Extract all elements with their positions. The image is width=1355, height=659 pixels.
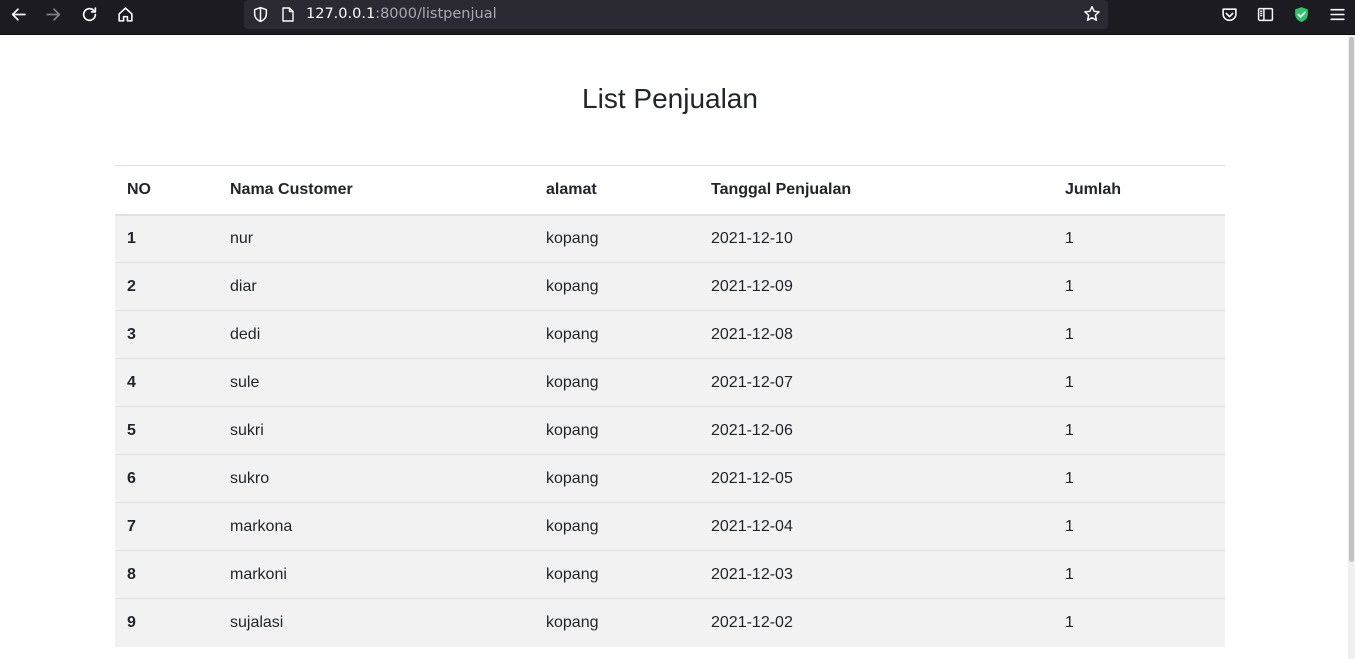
sidebar-button[interactable] bbox=[1247, 1, 1283, 29]
pocket-icon bbox=[1221, 8, 1237, 22]
table-row: 8 markoni kopang 2021-12-03 1 bbox=[115, 550, 1225, 599]
page-icon[interactable] bbox=[280, 6, 296, 23]
cell-tanggal: 2021-12-10 bbox=[699, 214, 1053, 263]
url-host: 127.0.0.1 bbox=[306, 6, 376, 22]
cell-tanggal: 2021-12-03 bbox=[699, 550, 1053, 599]
cell-tanggal: 2021-12-06 bbox=[699, 406, 1053, 455]
forward-arrow-icon bbox=[45, 7, 60, 21]
cell-nama-customer: sukri bbox=[218, 406, 534, 455]
menu-button[interactable] bbox=[1319, 1, 1355, 29]
header-tanggal-penjualan: Tanggal Penjualan bbox=[699, 165, 1053, 216]
cell-no: 6 bbox=[115, 454, 218, 503]
sales-table: NO Nama Customer alamat Tanggal Penjuala… bbox=[115, 165, 1225, 647]
cell-tanggal: 2021-12-04 bbox=[699, 502, 1053, 551]
cell-no: 9 bbox=[115, 598, 218, 647]
url-path: :8000/listpenjual bbox=[375, 6, 497, 22]
hamburger-menu-icon bbox=[1329, 8, 1345, 21]
cell-alamat: kopang bbox=[534, 406, 699, 455]
header-alamat: alamat bbox=[534, 165, 699, 216]
table-row: 9 sujalasi kopang 2021-12-02 1 bbox=[115, 598, 1225, 647]
cell-no: 8 bbox=[115, 550, 218, 599]
forward-button[interactable] bbox=[35, 0, 71, 28]
reload-button[interactable] bbox=[71, 0, 107, 28]
cell-nama-customer: markoni bbox=[218, 550, 534, 599]
table-row: 1 nur kopang 2021-12-10 1 bbox=[115, 214, 1225, 263]
scrollbar-thumb[interactable] bbox=[1349, 37, 1354, 562]
table-row: 4 sule kopang 2021-12-07 1 bbox=[115, 358, 1225, 407]
cell-jumlah: 1 bbox=[1053, 310, 1225, 359]
cell-tanggal: 2021-12-08 bbox=[699, 310, 1053, 359]
cell-alamat: kopang bbox=[534, 454, 699, 503]
sidebar-icon bbox=[1257, 7, 1273, 22]
pocket-button[interactable] bbox=[1211, 1, 1247, 29]
cell-alamat: kopang bbox=[534, 262, 699, 311]
header-jumlah: Jumlah bbox=[1053, 165, 1225, 216]
cell-tanggal: 2021-12-07 bbox=[699, 358, 1053, 407]
cell-jumlah: 1 bbox=[1053, 454, 1225, 503]
page-content: List Penjualan NO Nama Customer alamat T… bbox=[0, 35, 1348, 659]
cell-alamat: kopang bbox=[534, 598, 699, 647]
table-row: 5 sukri kopang 2021-12-06 1 bbox=[115, 406, 1225, 455]
cell-no: 5 bbox=[115, 406, 218, 455]
shield-icon[interactable] bbox=[252, 6, 269, 23]
cell-nama-customer: markona bbox=[218, 502, 534, 551]
cell-jumlah: 1 bbox=[1053, 502, 1225, 551]
cell-jumlah: 1 bbox=[1053, 358, 1225, 407]
back-button[interactable] bbox=[0, 0, 36, 28]
url-text[interactable]: 127.0.0.1:8000/listpenjual bbox=[306, 6, 497, 22]
toolbar-right-icons bbox=[1211, 0, 1355, 29]
header-no: NO bbox=[115, 165, 218, 216]
page-title: List Penjualan bbox=[582, 83, 758, 114]
cell-alamat: kopang bbox=[534, 358, 699, 407]
home-button[interactable] bbox=[107, 0, 143, 28]
table-header-row: NO Nama Customer alamat Tanggal Penjuala… bbox=[115, 165, 1225, 216]
cell-alamat: kopang bbox=[534, 214, 699, 263]
cell-nama-customer: sule bbox=[218, 358, 534, 407]
table-row: 3 dedi kopang 2021-12-08 1 bbox=[115, 310, 1225, 359]
cell-nama-customer: sukro bbox=[218, 454, 534, 503]
star-icon[interactable] bbox=[1083, 5, 1101, 23]
cell-jumlah: 1 bbox=[1053, 550, 1225, 599]
extension-shield-icon bbox=[1294, 7, 1308, 22]
cell-tanggal: 2021-12-05 bbox=[699, 454, 1053, 503]
cell-alamat: kopang bbox=[534, 310, 699, 359]
cell-tanggal: 2021-12-02 bbox=[699, 598, 1053, 647]
table-row: 7 markona kopang 2021-12-04 1 bbox=[115, 502, 1225, 551]
cell-no: 1 bbox=[115, 214, 218, 263]
cell-nama-customer: diar bbox=[218, 262, 534, 311]
browser-toolbar: 127.0.0.1:8000/listpenjual bbox=[0, 0, 1355, 35]
cell-no: 7 bbox=[115, 502, 218, 551]
vertical-scrollbar[interactable] bbox=[1348, 35, 1355, 659]
cell-alamat: kopang bbox=[534, 550, 699, 599]
cell-jumlah: 1 bbox=[1053, 214, 1225, 263]
cell-tanggal: 2021-12-09 bbox=[699, 262, 1053, 311]
cell-nama-customer: dedi bbox=[218, 310, 534, 359]
back-arrow-icon bbox=[11, 7, 26, 21]
cell-jumlah: 1 bbox=[1053, 406, 1225, 455]
cell-nama-customer: sujalasi bbox=[218, 598, 534, 647]
cell-alamat: kopang bbox=[534, 502, 699, 551]
address-bar[interactable]: 127.0.0.1:8000/listpenjual bbox=[244, 0, 1108, 29]
cell-no: 3 bbox=[115, 310, 218, 359]
cell-nama-customer: nur bbox=[218, 214, 534, 263]
extension-button[interactable] bbox=[1283, 1, 1319, 29]
table-row: 6 sukro kopang 2021-12-05 1 bbox=[115, 454, 1225, 503]
cell-jumlah: 1 bbox=[1053, 598, 1225, 647]
cell-jumlah: 1 bbox=[1053, 262, 1225, 311]
reload-icon bbox=[82, 6, 96, 21]
home-icon bbox=[117, 6, 133, 22]
header-nama-customer: Nama Customer bbox=[218, 165, 534, 216]
table-row: 2 diar kopang 2021-12-09 1 bbox=[115, 262, 1225, 311]
cell-no: 4 bbox=[115, 358, 218, 407]
cell-no: 2 bbox=[115, 262, 218, 311]
